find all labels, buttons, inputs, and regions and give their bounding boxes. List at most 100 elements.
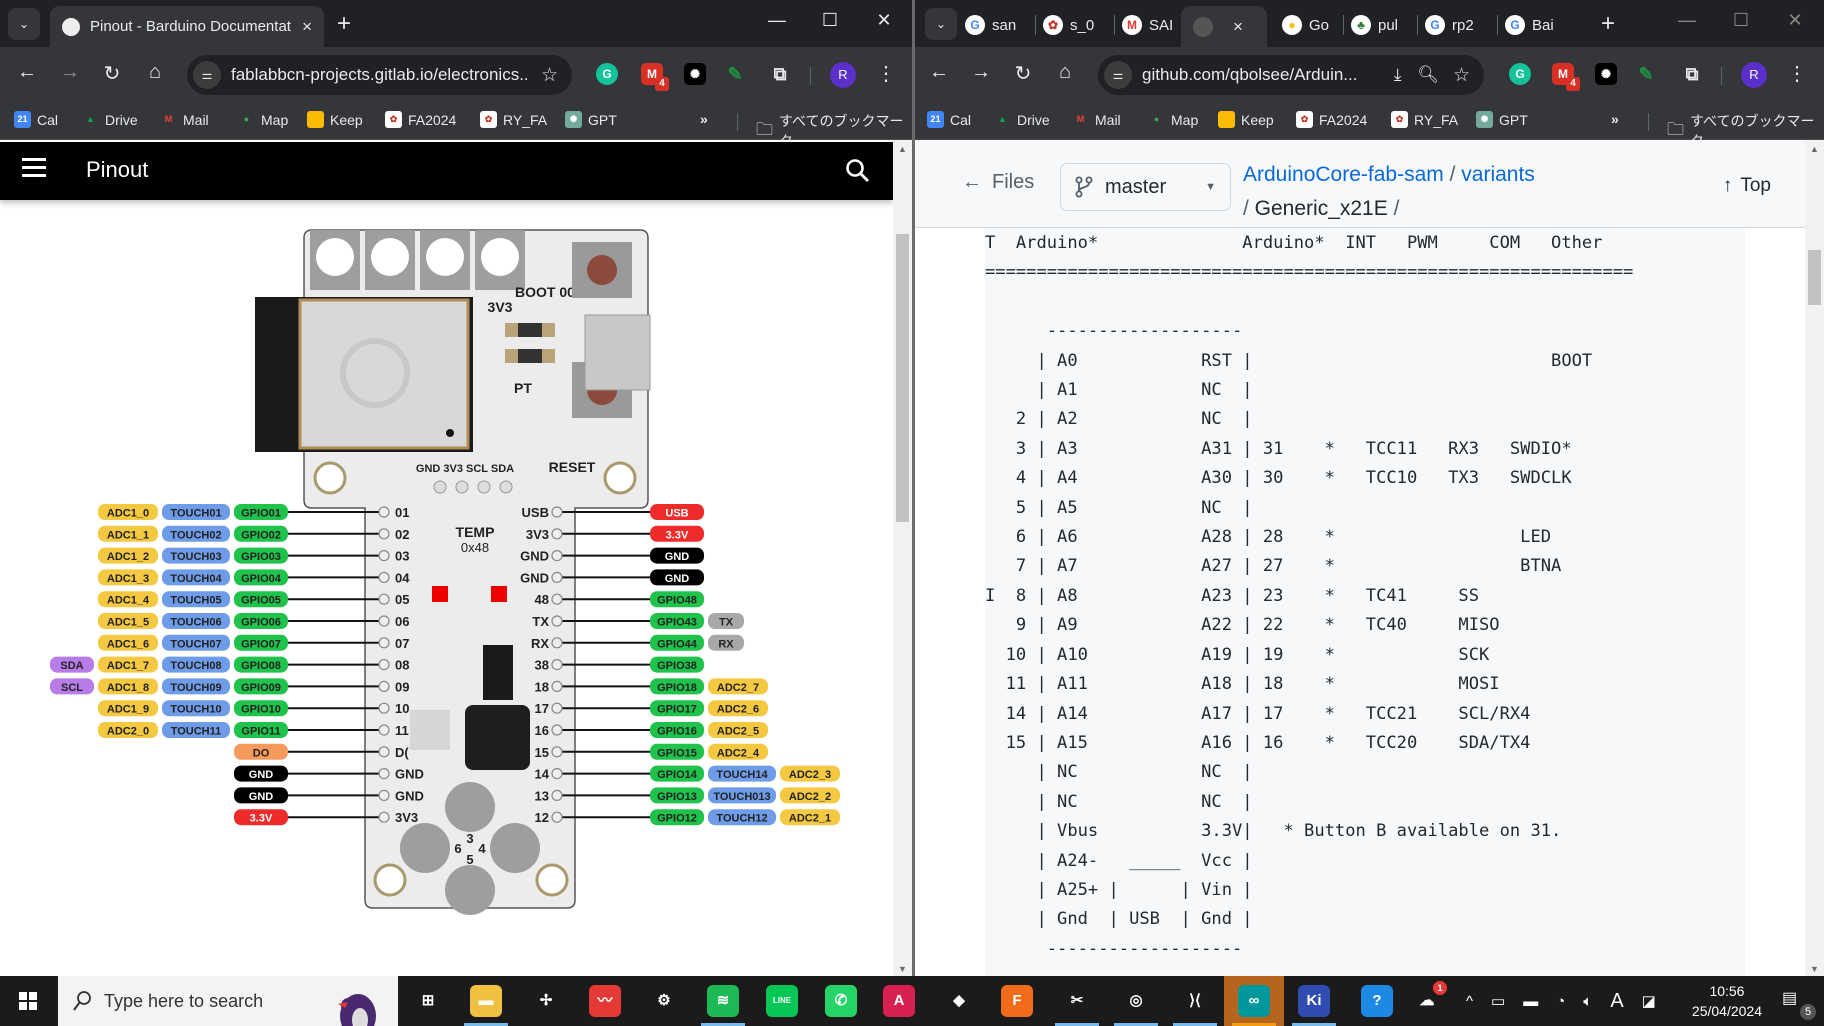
gmail-checker-icon[interactable]: M4 [1552,63,1580,91]
home-button[interactable]: ⌂ [1051,61,1079,84]
breadcrumb-repo-link[interactable]: ArduinoCore-fab-sam [1243,163,1444,186]
acrobat-icon[interactable]: A [883,985,915,1017]
close-window-button[interactable]: ✕ [869,10,899,31]
new-tab-button[interactable]: + [1601,10,1615,38]
address-bar[interactable]: ⚌ fablabbcn-projects.gitlab.io/electroni… [187,55,572,95]
back-button[interactable]: ← [925,61,953,84]
line-icon[interactable]: LINE [766,985,798,1017]
google-photos-icon[interactable]: ✢ [530,985,562,1017]
tray-overflow-chevron[interactable]: ^ [1466,993,1473,1010]
search-icon[interactable] [845,158,871,184]
whatsapp-icon[interactable]: ✆ [825,985,857,1017]
gmail-checker-icon[interactable]: M4 [641,63,669,91]
highlighter-icon[interactable]: ✎ [724,63,746,85]
bookmark-ry-fa[interactable]: ✿ RY_FA [1391,111,1458,128]
new-tab-button[interactable]: + [337,10,351,38]
bookmark-map[interactable]: ● Map [238,111,288,128]
tab-search-button[interactable]: ⌄ [8,8,40,40]
files-button[interactable]: ← Files [962,171,1034,194]
profile-avatar[interactable]: R [830,62,856,88]
bookmark-drive[interactable]: ▲ Drive [82,111,138,128]
tab-s_0[interactable]: ✿ s_0 [1043,12,1094,38]
chrome-icon[interactable]: ◎ [1120,985,1152,1017]
tab-github[interactable]: ◉ × [1181,6,1267,47]
bookmark-drive[interactable]: ▲ Drive [994,111,1050,128]
vscode-icon[interactable]: ⟩⟨ [1179,985,1211,1017]
bookmark-mail[interactable]: M Mail [160,111,209,128]
tab-san[interactable]: Gsan [965,12,1016,38]
kicad-icon[interactable]: Ki [1298,985,1330,1017]
bookmark-fa2024[interactable]: ✿ FA2024 [1296,111,1367,128]
menu-kebab-icon[interactable]: ⋮ [872,61,900,86]
volume-icon[interactable]: 🔈︎ [1583,993,1592,1010]
onedrive-weather-icon[interactable]: ☁ 1 [1411,981,1447,1017]
home-button[interactable]: ⌂ [141,61,169,84]
bookmark-fa2024[interactable]: ✿ FA2024 [385,111,456,128]
bookmarks-overflow-button[interactable]: » [700,111,708,127]
minimize-button[interactable]: — [762,10,792,31]
close-tab-icon[interactable]: × [1233,17,1243,37]
wifi-icon[interactable]: ◔ [1556,993,1565,1010]
scroll-thumb[interactable] [896,234,909,522]
tab-pinout[interactable]: Pinout - Barduino Documentat × [50,6,324,47]
ime-indicator[interactable]: A [1610,990,1623,1013]
hamburger-menu-icon[interactable] [22,158,46,178]
scroll-down-arrow[interactable]: ▼ [1805,964,1824,974]
extensions-puzzle-icon[interactable]: ⧉ [1681,63,1703,85]
bookmark-star-icon[interactable]: ☆ [1453,64,1470,87]
forward-button[interactable]: → [967,61,995,84]
battery-icon[interactable]: ▬ [1523,993,1538,1010]
windows-start-icon[interactable] [0,976,56,1026]
top-button[interactable]: ↑ Top [1723,175,1771,197]
highlighter-icon[interactable]: ✎ [1635,63,1657,85]
grammarly-icon[interactable]: G [1509,63,1531,85]
bookmark-mail[interactable]: M Mail [1072,111,1121,128]
reload-button[interactable]: ↻ [1009,61,1037,86]
bookmarks-overflow-button[interactable]: » [1611,111,1619,127]
bookmark-star-icon[interactable]: ☆ [541,64,558,87]
git-app-icon[interactable]: ◆ [943,985,975,1017]
help-icon[interactable]: ? [1361,985,1393,1017]
scroll-thumb[interactable] [1808,250,1821,305]
input-mode-icon[interactable]: ◪ [1642,992,1656,1010]
maximize-button[interactable]: ☐ [1726,10,1756,31]
file-explorer-icon[interactable]: ▬ [470,985,502,1017]
profile-avatar[interactable]: R [1741,62,1767,88]
settings-icon[interactable]: ⚙ [648,985,680,1017]
zoom-icon[interactable]: 🔍︎ [1417,65,1439,85]
bookmark-cal[interactable]: 21 Cal [14,111,58,128]
bookmark-gpt[interactable]: ✺ GPT [1476,111,1528,128]
reload-button[interactable]: ↻ [98,61,126,86]
meet-now-icon[interactable]: ▭ [1491,992,1505,1010]
tab-search-button[interactable]: ⌄ [925,8,957,40]
page-scrollbar[interactable]: ▲ ▼ [893,140,912,976]
page-scrollbar[interactable]: ▲ ▼ [1805,140,1824,976]
notification-center-icon[interactable]: ▤ 5 [1782,988,1816,1020]
bookmark-keep[interactable]: Keep [1218,111,1274,128]
voice-recorder-icon[interactable]: 〰 [589,985,621,1017]
clock[interactable]: 10:56 25/04/2024 [1692,981,1762,1021]
scroll-up-arrow[interactable]: ▲ [893,144,912,154]
bookmark-cal[interactable]: 21 Cal [927,111,971,128]
close-tab-icon[interactable]: × [302,17,312,37]
minimize-button[interactable]: — [1672,10,1702,31]
bookmark-map[interactable]: ● Map [1148,111,1198,128]
snip-tool-icon[interactable]: ✂ [1061,985,1093,1017]
task-view-icon[interactable]: ⊞ [412,985,444,1017]
extensions-puzzle-icon[interactable]: ⧉ [769,63,791,85]
site-info-icon[interactable]: ⚌ [1104,61,1132,89]
site-info-icon[interactable]: ⚌ [193,61,221,89]
tab-rp2[interactable]: Grp2 [1425,12,1474,38]
breadcrumb-variants-link[interactable]: variants [1461,163,1535,186]
forward-button[interactable]: → [56,61,84,84]
scroll-down-arrow[interactable]: ▼ [893,964,912,974]
address-bar[interactable]: ⚌ github.com/qbolsee/Arduin... ⤓ 🔍︎ ☆ [1098,55,1484,95]
tab-Bai[interactable]: G Bai [1505,12,1554,38]
grammarly-icon[interactable]: G [596,63,618,85]
spotify-icon[interactable]: ≋ [707,985,739,1017]
bookmark-ry-fa[interactable]: ✿ RY_FA [480,111,547,128]
fusion-icon[interactable]: F [1001,985,1033,1017]
close-window-button[interactable]: ✕ [1780,10,1810,31]
install-app-icon[interactable]: ⤓ [1394,65,1402,85]
maximize-button[interactable]: ☐ [815,10,845,31]
